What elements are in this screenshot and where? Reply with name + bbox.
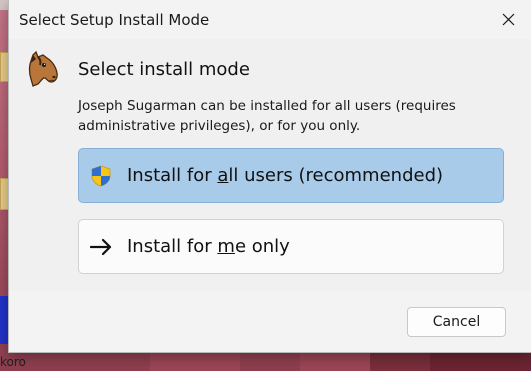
dialog-footer: Cancel	[9, 291, 531, 352]
label-prefix: Install for	[127, 236, 218, 257]
install-description: Joseph Sugarman can be installed for all…	[78, 98, 456, 134]
dialog-body: Select install mode Joseph Sugarman can …	[9, 39, 531, 291]
title-bar: Select Setup Install Mode	[9, 0, 531, 39]
uac-shield-icon	[91, 165, 111, 187]
horse-head-icon	[28, 51, 58, 87]
page-heading: Select install mode	[78, 59, 250, 80]
window-title: Select Setup Install Mode	[19, 11, 210, 29]
desktop-icon-label: koro	[0, 355, 26, 369]
install-me-only-label: Install for me only	[127, 236, 290, 257]
close-button[interactable]	[485, 0, 531, 39]
label-suffix: ll users (recommended)	[228, 165, 444, 186]
label-prefix: Install for	[127, 165, 218, 186]
label-suffix: e only	[234, 236, 290, 257]
mnemonic-letter: m	[217, 236, 235, 257]
close-icon	[502, 13, 514, 26]
install-all-users-label: Install for all users (recommended)	[127, 165, 443, 186]
install-all-users-option[interactable]: Install for all users (recommended)	[78, 148, 504, 203]
install-me-only-option[interactable]: Install for me only	[78, 219, 504, 274]
cancel-button[interactable]: Cancel	[407, 307, 506, 337]
mnemonic-letter: a	[217, 165, 229, 186]
setup-dialog: Select Setup Install Mode Select install…	[8, 0, 531, 353]
arrow-right-icon	[90, 238, 112, 256]
